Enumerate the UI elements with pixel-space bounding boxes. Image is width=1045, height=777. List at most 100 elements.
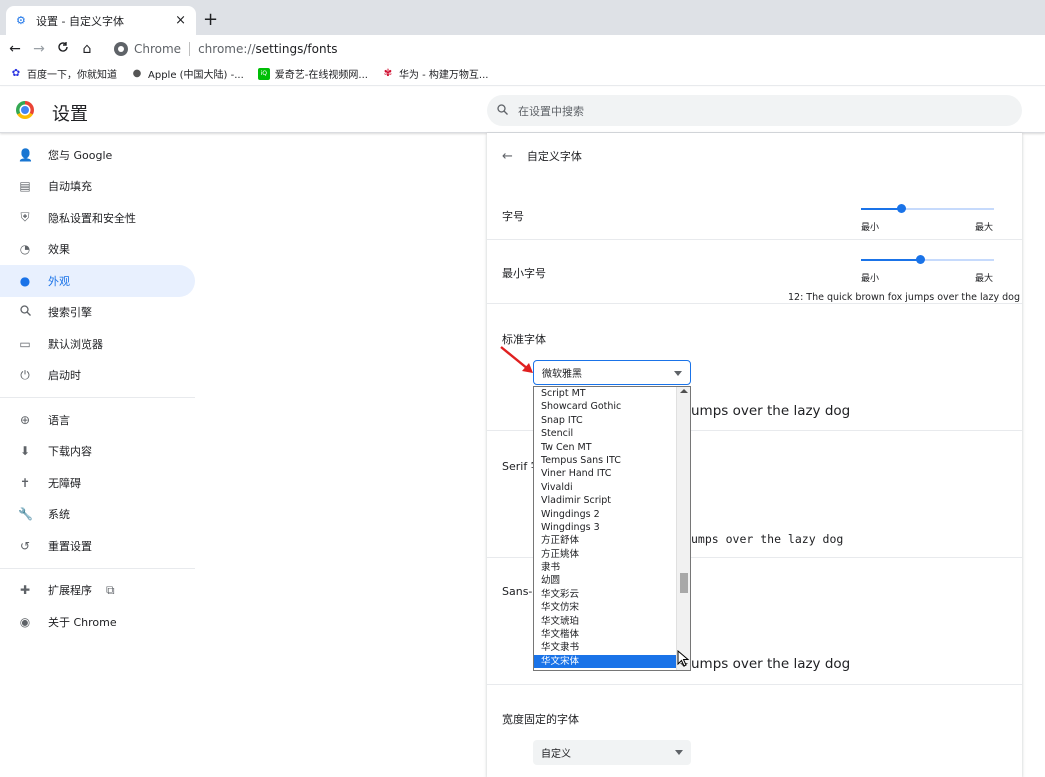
browser-tab[interactable]: ⚙ 设置 - 自定义字体 × [6, 6, 196, 35]
chevron-down-icon [674, 371, 682, 376]
home-icon[interactable]: ⌂ [75, 41, 99, 57]
scroll-up-arrow-icon[interactable] [680, 389, 688, 393]
dropdown-option[interactable]: 华文宋体 [534, 654, 677, 669]
bookmark-huawei[interactable]: ✾ 华为 - 构建万物互... [382, 66, 489, 82]
serif-font-sample: umps over the lazy dog [691, 532, 844, 546]
chrome-logo-icon [16, 101, 34, 119]
new-tab-icon[interactable]: + [203, 9, 218, 30]
dropdown-option[interactable]: 华文彩云 [534, 588, 677, 601]
settings-header: 设置 在设置中搜索 [0, 87, 1045, 133]
bookmark-apple[interactable]: ● Apple (中国大陆) -... [131, 66, 244, 82]
settings-search-input[interactable]: 在设置中搜索 [487, 95, 1022, 126]
sidebar-item-autofill[interactable]: ▤ 自动填充 [0, 171, 195, 203]
huawei-icon: ✾ [383, 67, 393, 79]
reload-icon[interactable] [51, 41, 75, 57]
dropdown-option[interactable]: 方正舒体 [534, 534, 677, 547]
min-font-size-slider[interactable] [861, 255, 994, 264]
dropdown-option[interactable]: Snap ITC [534, 414, 677, 427]
omnibox-separator [189, 42, 191, 56]
sidebar-item-label: 您与 Google [48, 148, 113, 162]
page-title: 设置 [52, 104, 88, 125]
shield-icon: ⛨ [20, 210, 30, 225]
sidebar-item-extensions[interactable]: ✚ 扩展程序 ⧉ [0, 575, 195, 607]
dropdown-option[interactable]: Tw Cen MT [534, 441, 677, 454]
dropdown-option[interactable]: Wingdings 3 [534, 521, 677, 534]
dropdown-option[interactable]: Stencil [534, 427, 677, 440]
back-arrow-icon[interactable]: ← [3, 41, 27, 57]
sidebar-item-label: 隐私设置和安全性 [48, 211, 136, 225]
sidebar-item-appearance[interactable]: ● 外观 [0, 265, 195, 297]
dropdown-option[interactable]: Script MT [534, 387, 677, 400]
dropdown-option[interactable]: 幼圆 [534, 574, 677, 587]
forward-arrow-icon[interactable]: → [27, 41, 51, 57]
url-scheme: chrome:// [198, 42, 256, 56]
dropdown-option[interactable]: Showcard Gothic [534, 400, 677, 413]
speedometer-icon: ◔ [19, 242, 31, 257]
dropdown-option[interactable]: 方正姚体 [534, 548, 677, 561]
sidebar-item-on-startup[interactable]: ⏻ 启动时 [0, 360, 195, 392]
bookmark-baidu[interactable]: ✿ 百度一下，你就知道 [10, 66, 117, 82]
font-size-slider[interactable] [861, 204, 994, 213]
clipboard-icon: ▤ [19, 179, 31, 194]
scrollbar-thumb[interactable] [680, 573, 688, 593]
fixed-font-value: 自定义 [541, 749, 571, 760]
sidebar-item-label: 无障碍 [48, 476, 81, 490]
min-font-size-label: 最小字号 [502, 267, 546, 280]
sidebar-item-you-and-google[interactable]: 👤 您与 Google [0, 139, 195, 171]
row-divider [487, 684, 1022, 685]
back-arrow-icon[interactable]: ← [502, 149, 513, 164]
dropdown-option[interactable]: 华文仿宋 [534, 601, 677, 614]
search-placeholder: 在设置中搜索 [518, 104, 584, 118]
dropdown-option[interactable]: 华文琥珀 [534, 615, 677, 628]
annotation-arrow-icon [500, 346, 533, 373]
sidebar-item-label: 关于 Chrome [48, 615, 117, 629]
sidebar-item-performance[interactable]: ◔ 效果 [0, 234, 195, 266]
tab-close-icon[interactable]: × [175, 13, 186, 28]
address-bar[interactable]: Chrome chrome:// settings/fonts [110, 38, 1035, 60]
slider-knob[interactable] [915, 255, 925, 264]
dropdown-scrollbar[interactable] [676, 387, 690, 670]
restore-icon: ↺ [19, 538, 31, 553]
bookmark-label: 爱奇艺-在线视频网... [274, 70, 368, 81]
subpage-header: ← 自定义字体 [502, 148, 582, 164]
sidebar-item-default-browser[interactable]: ▭ 默认浏览器 [0, 328, 195, 360]
sidebar-item-privacy[interactable]: ⛨ 隐私设置和安全性 [0, 202, 195, 234]
fixed-font-select[interactable]: 自定义 [533, 740, 691, 765]
dropdown-option[interactable]: Wingdings 2 [534, 508, 677, 521]
sidebar-item-search-engine[interactable]: 搜索引擎 [0, 297, 195, 329]
sidebar-item-system[interactable]: 🔧 系统 [0, 499, 195, 531]
font-dropdown-list[interactable]: Script MT Showcard Gothic Snap ITC Stencil T… [533, 386, 691, 671]
dropdown-option[interactable]: 华文隶书 [534, 641, 677, 654]
power-icon: ⏻ [20, 367, 30, 382]
dropdown-option[interactable]: Tempus Sans ITC [534, 454, 677, 467]
person-icon: 👤 [18, 147, 33, 162]
bookmark-iqiyi[interactable]: iQ 爱奇艺-在线视频网... [257, 66, 368, 81]
dropdown-option[interactable]: Vivaldi [534, 481, 677, 494]
site-chip: Chrome [134, 42, 182, 56]
min-font-size-max: 最大 [975, 274, 994, 284]
sidebar-item-accessibility[interactable]: ✝ 无障碍 [0, 467, 195, 499]
sidebar-item-label: 外观 [48, 274, 70, 288]
slider-fill [861, 208, 901, 210]
download-icon: ⬇ [19, 444, 31, 459]
sidebar-item-label: 启动时 [48, 369, 81, 383]
chrome-icon: ◉ [19, 614, 31, 629]
sidebar-item-downloads[interactable]: ⬇ 下载内容 [0, 436, 195, 468]
dropdown-option[interactable]: 隶书 [534, 561, 677, 574]
standard-font-select[interactable]: 微软雅黑 [533, 360, 691, 385]
dropdown-option[interactable]: Vladimir Script [534, 494, 677, 507]
wrench-icon: 🔧 [18, 507, 33, 522]
slider-knob[interactable] [896, 204, 906, 213]
apple-icon: ● [132, 67, 142, 79]
tab-strip: ⚙ 设置 - 自定义字体 × + [0, 0, 1045, 35]
dropdown-option[interactable]: 华文楷体 [534, 628, 677, 641]
browser-icon: ▭ [19, 336, 31, 351]
mouse-cursor-icon [677, 650, 690, 667]
sidebar-item-reset[interactable]: ↺ 重置设置 [0, 530, 195, 562]
slider-fill [861, 259, 920, 261]
baidu-icon: ✿ [11, 67, 21, 79]
dropdown-option[interactable]: Viner Hand ITC [534, 467, 677, 480]
sidebar-item-languages[interactable]: ⊕ 语言 [0, 404, 195, 436]
sidebar-item-about-chrome[interactable]: ◉ 关于 Chrome [0, 606, 195, 638]
sidebar-divider [0, 397, 195, 398]
